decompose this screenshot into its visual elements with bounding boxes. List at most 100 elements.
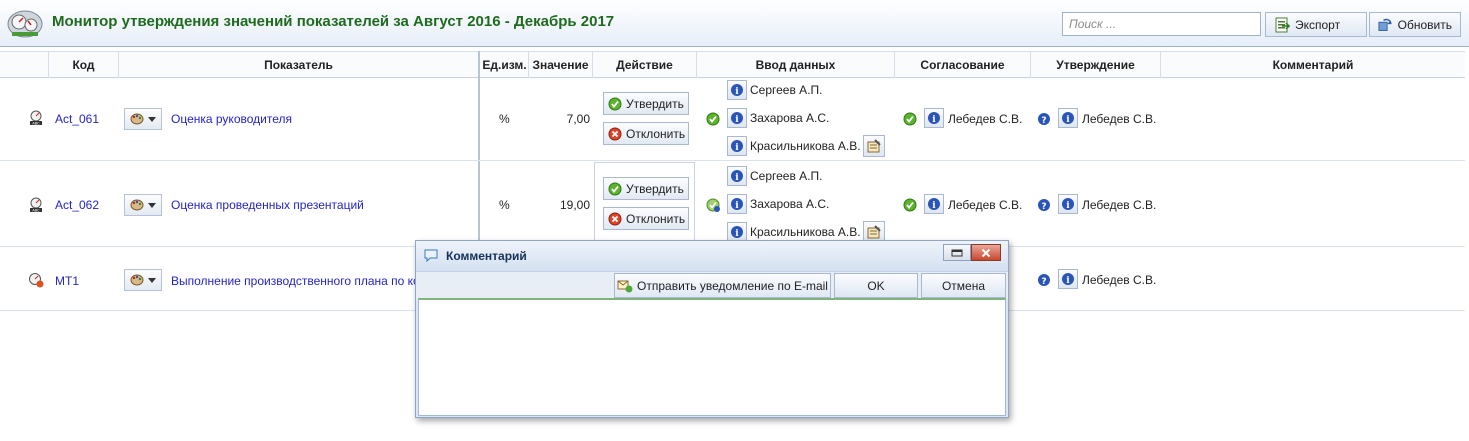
- chevron-down-icon: [148, 116, 156, 122]
- comment-textarea[interactable]: [418, 298, 1006, 416]
- monitor-gauges-icon: [7, 10, 43, 38]
- chevron-down-icon: [148, 202, 156, 208]
- check-circle-icon: [903, 198, 917, 212]
- indicator-link[interactable]: Выполнение производственного плана по ко: [171, 274, 420, 288]
- refresh-icon: [1378, 18, 1392, 31]
- close-button[interactable]: [970, 244, 1001, 261]
- info-icon: i: [1062, 273, 1074, 286]
- page-title: Монитор утверждения значений показателей…: [52, 13, 615, 30]
- info-button[interactable]: i: [924, 194, 944, 214]
- reject-button[interactable]: Отклонить: [603, 122, 689, 145]
- table-row: ABC Act_062 Оценка проведенных презентац…: [0, 161, 1465, 247]
- info-button[interactable]: i: [727, 166, 747, 186]
- grid-header: Код Показатель Ед.изм. Значение Действие…: [0, 51, 1465, 78]
- info-icon: i: [731, 140, 743, 153]
- entry-person: Захарова А.С.: [750, 197, 830, 211]
- indicator-link[interactable]: Оценка руководителя: [171, 112, 292, 126]
- info-button[interactable]: i: [727, 136, 747, 156]
- check-circle-icon: [608, 182, 622, 195]
- approval-person: Лебедев С.В.: [1082, 273, 1157, 287]
- comment-dialog: Комментарий Отправить уведомление по E-m…: [415, 240, 1009, 418]
- svg-text:?: ?: [1041, 116, 1046, 126]
- palette-icon: [130, 113, 144, 125]
- indicator-link[interactable]: Оценка проведенных презентаций: [171, 198, 364, 212]
- info-button[interactable]: i: [1058, 269, 1078, 289]
- send-email-button[interactable]: Отправить уведомление по E-mail: [614, 273, 831, 298]
- pending-check-icon: [706, 198, 720, 212]
- ok-button[interactable]: OK: [834, 273, 918, 298]
- window-controls: [943, 244, 1001, 262]
- dialog-titlebar[interactable]: Комментарий: [416, 241, 1008, 271]
- table-row: ABC Act_061 Оценка руководителя % 7,00 У…: [0, 75, 1465, 161]
- indicator-menu-button[interactable]: [124, 194, 162, 216]
- export-button[interactable]: Экспорт: [1265, 12, 1367, 37]
- unit-value: %: [499, 112, 510, 126]
- unit-value: %: [499, 198, 510, 212]
- info-icon: i: [731, 170, 743, 183]
- export-label: Экспорт: [1295, 17, 1341, 32]
- question-circle-icon: ?: [1038, 113, 1050, 126]
- code-link[interactable]: Act_062: [55, 198, 99, 212]
- approve-label: Утвердить: [626, 181, 684, 196]
- reject-x-icon: [608, 127, 622, 140]
- svg-text:ABC: ABC: [32, 122, 40, 126]
- excel-export-icon: [1275, 17, 1290, 32]
- notepad-edit-icon: [867, 139, 881, 153]
- approve-button[interactable]: Утвердить: [603, 177, 689, 200]
- value-cell: 7,00: [566, 112, 590, 126]
- svg-text:i: i: [735, 143, 739, 153]
- svg-text:i: i: [735, 229, 739, 239]
- restore-button[interactable]: [943, 244, 971, 261]
- svg-text:i: i: [735, 87, 739, 97]
- info-button[interactable]: i: [924, 108, 944, 128]
- info-icon: i: [928, 198, 940, 211]
- indicator-warning-icon: [29, 273, 44, 288]
- action-box: [594, 162, 695, 244]
- check-circle-icon: [706, 112, 720, 126]
- code-link[interactable]: МТ1: [55, 274, 79, 288]
- indicator-menu-button[interactable]: [124, 269, 162, 291]
- chevron-down-icon: [148, 277, 156, 283]
- search-input[interactable]: [1062, 12, 1261, 36]
- entry-person: Сергеев А.П.: [750, 169, 823, 183]
- cancel-button[interactable]: Отмена: [921, 273, 1006, 298]
- info-button[interactable]: i: [727, 108, 747, 128]
- code-link[interactable]: Act_061: [55, 112, 99, 126]
- svg-text:i: i: [1066, 201, 1070, 211]
- header-bar: Монитор утверждения значений показателей…: [0, 0, 1469, 47]
- refresh-button[interactable]: Обновить: [1369, 12, 1461, 37]
- svg-text:i: i: [932, 201, 936, 211]
- close-icon: [981, 248, 990, 257]
- edit-data-button[interactable]: [863, 135, 885, 157]
- send-email-label: Отправить уведомление по E-mail: [637, 278, 828, 293]
- svg-text:?: ?: [1041, 202, 1046, 212]
- reject-button[interactable]: Отклонить: [603, 207, 689, 230]
- approve-button[interactable]: Утвердить: [603, 92, 689, 115]
- reject-label: Отклонить: [626, 211, 686, 226]
- info-button[interactable]: i: [727, 80, 747, 100]
- info-button[interactable]: i: [1058, 108, 1078, 128]
- entry-person: Сергеев А.П.: [750, 83, 823, 97]
- approve-label: Утвердить: [626, 96, 684, 111]
- indicator-type-icon: ABC: [30, 110, 42, 126]
- svg-text:i: i: [1066, 276, 1070, 286]
- agreement-person: Лебедев С.В.: [948, 198, 1023, 212]
- info-button[interactable]: i: [727, 222, 747, 242]
- info-icon: i: [731, 84, 743, 97]
- svg-text:i: i: [1066, 115, 1070, 125]
- check-circle-icon: [608, 97, 622, 110]
- info-icon: i: [731, 226, 743, 239]
- svg-text:?: ?: [1041, 277, 1046, 287]
- value-cell: 19,00: [559, 198, 590, 212]
- info-button[interactable]: i: [1058, 194, 1078, 214]
- question-circle-icon: ?: [1038, 199, 1050, 212]
- dialog-title: Комментарий: [446, 249, 527, 263]
- restore-icon: [951, 249, 963, 256]
- dialog-toolbar: Отправить уведомление по E-mail OK Отмен…: [416, 271, 1008, 299]
- indicator-menu-button[interactable]: [124, 108, 162, 130]
- info-button[interactable]: i: [727, 194, 747, 214]
- info-icon: i: [731, 198, 743, 211]
- palette-icon: [130, 274, 144, 286]
- entry-person: Красильникова А.В.: [750, 139, 861, 153]
- svg-text:i: i: [735, 115, 739, 125]
